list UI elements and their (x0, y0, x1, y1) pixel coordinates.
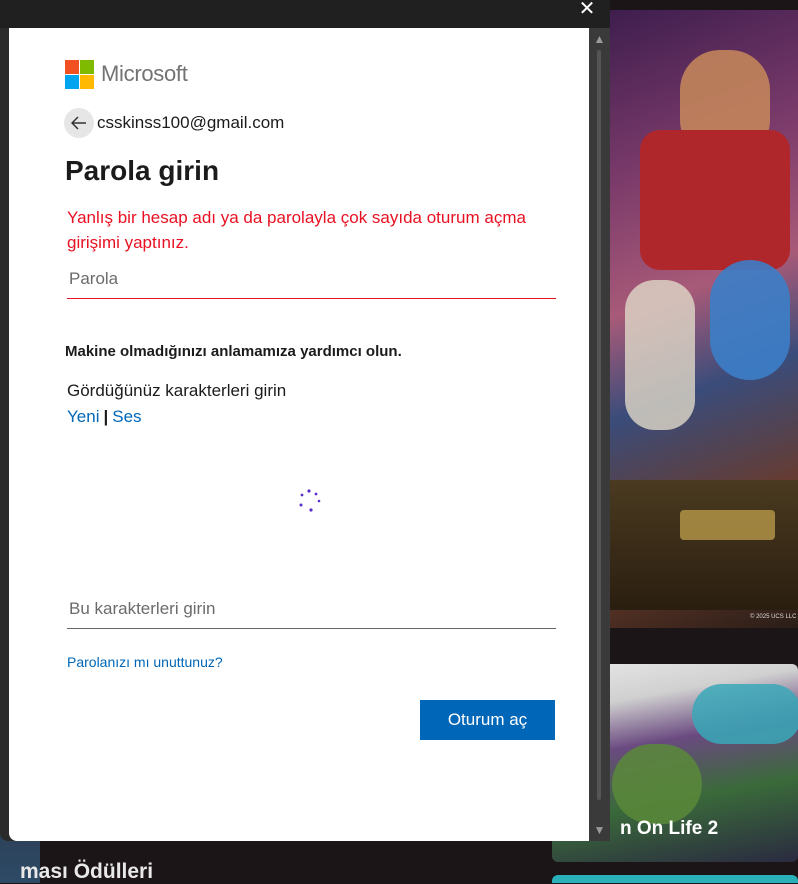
captcha-instruction: Gördüğünüz karakterleri girin (67, 381, 287, 400)
microsoft-logo-text: Microsoft (101, 61, 188, 86)
error-message: Yanlış bir hesap adı ya da parolayla çok… (67, 208, 526, 252)
signin-button[interactable]: Oturum aç (420, 700, 555, 740)
microsoft-logo: Microsoft (65, 58, 188, 90)
microsoft-logo-icon (65, 59, 94, 89)
window-titlebar: ✕ (0, 0, 610, 28)
scroll-down-icon[interactable]: ▼ (589, 821, 610, 839)
identity-banner: csskinss100@gmail.com (64, 108, 284, 138)
scrollbar[interactable]: ▲ ▼ (589, 28, 610, 841)
background-copyright: © 2025 UCS LLC (750, 614, 797, 620)
captcha-link-separator: | (103, 407, 109, 426)
identity-email: csskinss100@gmail.com (97, 113, 285, 132)
captcha-input[interactable] (67, 590, 556, 629)
password-field[interactable] (67, 260, 556, 299)
background-section-heading: ması Ödülleri (20, 860, 154, 883)
captcha-new-link[interactable]: Yeni (67, 407, 99, 426)
background-game-art: © 2025 UCS LLC (610, 10, 798, 628)
scrollbar-thumb[interactable] (597, 50, 601, 800)
signin-window: ✕ Microsoft csskinss100@gmail.com Parola… (0, 0, 610, 841)
scroll-up-icon[interactable]: ▲ (589, 30, 610, 48)
loading-spinner-icon (299, 489, 321, 512)
captcha-heading: Makine olmadığınızı anlamamıza yardımcı … (65, 343, 402, 360)
captcha-links: Yeni | Ses (67, 407, 142, 427)
forgot-password-link[interactable]: Parolanızı mı unuttunuz? (67, 654, 223, 670)
back-arrow-icon[interactable] (64, 108, 94, 138)
close-icon[interactable]: ✕ (576, 0, 598, 22)
page-title: Parola girin (65, 155, 220, 186)
background-game-title: n On Life 2 (620, 818, 719, 839)
background-tile-strip (552, 875, 798, 883)
signin-panel: Microsoft csskinss100@gmail.com Parola g… (9, 28, 589, 841)
captcha-audio-link[interactable]: Ses (112, 407, 141, 426)
